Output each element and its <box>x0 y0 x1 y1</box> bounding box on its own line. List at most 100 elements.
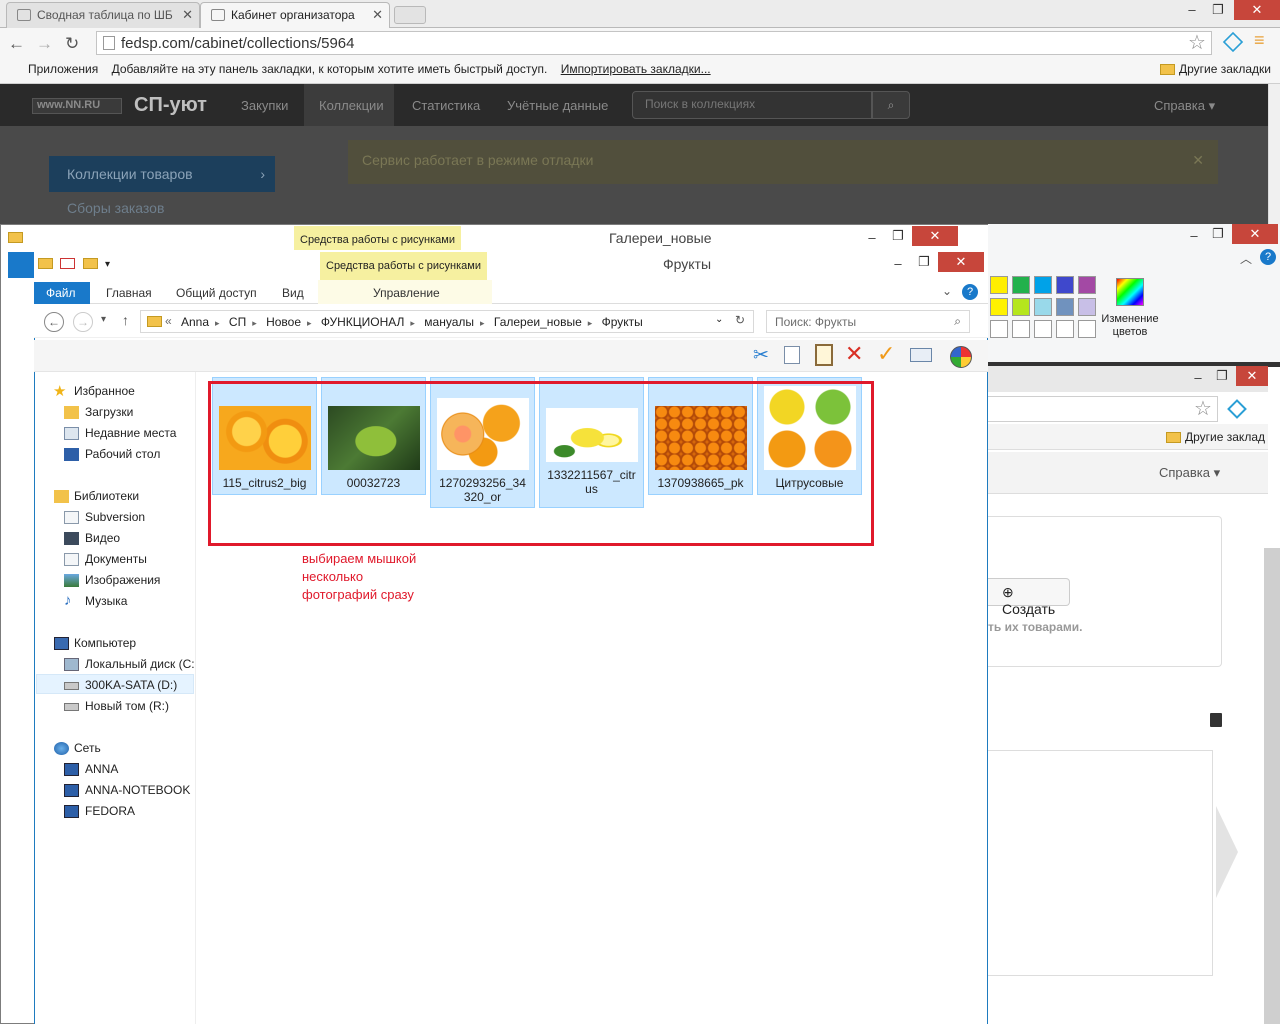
apps-link[interactable]: Приложения <box>28 62 98 76</box>
second-help-menu[interactable]: Справка ▾ <box>1159 465 1220 481</box>
recent-chevron-icon[interactable]: ▾ <box>101 314 106 325</box>
tab-home[interactable]: Главная <box>94 282 164 304</box>
nav-downloads[interactable]: Загрузки <box>64 405 133 419</box>
color-swatch[interactable] <box>1056 276 1074 294</box>
close-window-icon[interactable]: ✕ <box>938 252 984 272</box>
nav-drive-r[interactable]: Новый том (R:) <box>64 699 169 713</box>
close-window-icon[interactable]: ✕ <box>912 226 958 246</box>
nav-video[interactable]: Видео <box>64 531 120 545</box>
overflow-chevron[interactable]: « <box>165 314 172 328</box>
reload-icon[interactable]: ↻ <box>65 34 79 54</box>
new-folder-icon[interactable] <box>82 258 98 270</box>
forward-icon[interactable]: → <box>73 312 93 332</box>
color-swatch[interactable] <box>990 276 1008 294</box>
site-help-menu[interactable]: Справка ▾ <box>1154 98 1215 114</box>
bookmark-star-icon[interactable]: ☆ <box>1194 396 1212 421</box>
nav-host-anna-notebook[interactable]: ANNA-NOTEBOOK <box>64 783 190 797</box>
nav-network[interactable]: Сеть <box>54 741 101 755</box>
site-search-input[interactable]: Поиск в коллекциях <box>632 91 872 119</box>
site-nav-statistics[interactable]: Статистика <box>412 98 480 113</box>
create-button[interactable]: ⊕ Создать <box>988 578 1070 617</box>
nav-subversion[interactable]: Subversion <box>64 510 145 524</box>
color-swatch[interactable] <box>1034 298 1052 316</box>
breadcrumb-new[interactable]: Новое <box>266 315 301 329</box>
tab-share[interactable]: Общий доступ <box>164 282 269 304</box>
nav-favorites[interactable]: ★ Избранное <box>53 383 135 400</box>
close-window-icon[interactable]: ✕ <box>1234 0 1280 20</box>
close-tab-icon[interactable]: ✕ <box>372 7 383 23</box>
search-icon[interactable]: ⌕ <box>872 91 910 119</box>
maximize-icon[interactable]: ❐ <box>1206 0 1230 20</box>
delete-icon[interactable]: ✕ <box>845 342 863 366</box>
nav-drive-c[interactable]: Локальный диск (C: <box>64 657 195 671</box>
nav-host-fedora[interactable]: FEDORA <box>64 804 135 818</box>
site-logo[interactable]: www.NN.RU <box>32 98 122 114</box>
maximize-icon[interactable]: ❐ <box>888 226 908 246</box>
chevron-down-icon[interactable]: ▾ <box>105 259 110 270</box>
breadcrumb-fruits[interactable]: Фрукты <box>602 315 643 329</box>
breadcrumb-anna[interactable]: Anna <box>181 315 209 329</box>
browser-tab-summary[interactable]: Сводная таблица по ШБ ✕ <box>6 2 200 28</box>
chevron-up-icon[interactable]: ︿ <box>1240 250 1252 267</box>
second-scrollbar[interactable] <box>1264 548 1280 1024</box>
tab-file[interactable]: Файл <box>34 282 90 304</box>
nav-drive-d[interactable]: 300KA-SATA (D:) <box>64 678 177 692</box>
forward-icon[interactable]: → <box>36 34 53 54</box>
nav-computer[interactable]: Компьютер <box>54 636 136 650</box>
color-picker-icon[interactable] <box>1116 278 1144 306</box>
explorer-address-bar[interactable]: « Anna ▸ СП ▸ Новое ▸ ФУНКЦИОНАЛ ▸ мануалы ▸ … <box>140 310 754 333</box>
nav-music[interactable]: ♪ Музыка <box>64 592 127 609</box>
back-icon[interactable]: ← <box>8 34 25 54</box>
color-swatch[interactable] <box>1078 276 1096 294</box>
nav-host-anna[interactable]: ANNA <box>64 762 118 776</box>
chevron-down-icon[interactable]: ⌄ <box>942 284 952 298</box>
color-swatch[interactable] <box>1078 320 1096 338</box>
import-bookmarks-link[interactable]: Импортировать закладки... <box>561 62 711 76</box>
minimize-icon[interactable]: – <box>1184 226 1204 246</box>
site-nav-purchases[interactable]: Закупки <box>241 98 288 113</box>
help-icon[interactable]: ? <box>1260 249 1276 265</box>
breadcrumb-manuals[interactable]: мануалы <box>424 315 474 329</box>
color-swatch[interactable] <box>1034 276 1052 294</box>
breadcrumb-functional[interactable]: ФУНКЦИОНАЛ <box>321 315 405 329</box>
copy-icon[interactable] <box>784 346 800 364</box>
color-swatch[interactable] <box>1056 320 1074 338</box>
nav-documents[interactable]: Документы <box>64 552 147 566</box>
minimize-icon[interactable]: – <box>1180 0 1204 20</box>
menu-icon[interactable]: ≡ <box>1254 30 1265 51</box>
cut-icon[interactable]: ✂ <box>753 344 769 367</box>
minimize-icon[interactable]: – <box>1188 368 1208 388</box>
nav-pictures[interactable]: Изображения <box>64 573 160 587</box>
color-swatch[interactable] <box>1012 320 1030 338</box>
back-icon[interactable]: ← <box>44 312 64 332</box>
color-swatch[interactable] <box>1012 276 1030 294</box>
explorer-search-input[interactable]: Поиск: Фрукты ⌕ <box>766 310 970 333</box>
nav-recent-places[interactable]: Недавние места <box>64 426 176 440</box>
maximize-icon[interactable]: ❐ <box>1212 366 1232 386</box>
maximize-icon[interactable]: ❐ <box>1208 224 1228 244</box>
color-swatch[interactable] <box>990 298 1008 316</box>
second-address-bar[interactable] <box>988 396 1218 422</box>
refresh-icon[interactable]: ↻ <box>735 313 745 327</box>
color-swatch[interactable] <box>1056 298 1074 316</box>
address-bar[interactable]: fedsp.com/cabinet/collections/5964 <box>96 31 1212 55</box>
site-menu-collections[interactable]: Коллекции товаров › <box>49 156 275 192</box>
help-icon[interactable]: ? <box>962 284 978 300</box>
maximize-icon[interactable]: ❐ <box>914 252 934 272</box>
browser-tab-cabinet[interactable]: Кабинет организатора ✕ <box>200 2 390 28</box>
nav-desktop[interactable]: Рабочий стол <box>64 447 160 461</box>
breadcrumb-sp[interactable]: СП <box>229 315 246 329</box>
paste-icon[interactable] <box>815 344 833 366</box>
color-swatch[interactable] <box>1034 320 1052 338</box>
open-with-icon[interactable] <box>950 346 972 368</box>
close-window-icon[interactable]: ✕ <box>1232 224 1278 244</box>
close-window-icon[interactable]: ✕ <box>1236 366 1268 386</box>
chevron-down-icon[interactable]: ⌄ <box>715 314 723 325</box>
nav-libraries[interactable]: Библиотеки <box>54 489 139 503</box>
site-nav-collections[interactable]: Коллекции <box>319 98 384 113</box>
site-nav-account[interactable]: Учётные данные <box>507 98 608 113</box>
next-arrow-icon[interactable] <box>1216 806 1238 898</box>
properties-icon[interactable] <box>60 258 76 270</box>
color-swatch[interactable] <box>1012 298 1030 316</box>
site-menu-orders[interactable]: Сборы заказов <box>49 200 164 216</box>
